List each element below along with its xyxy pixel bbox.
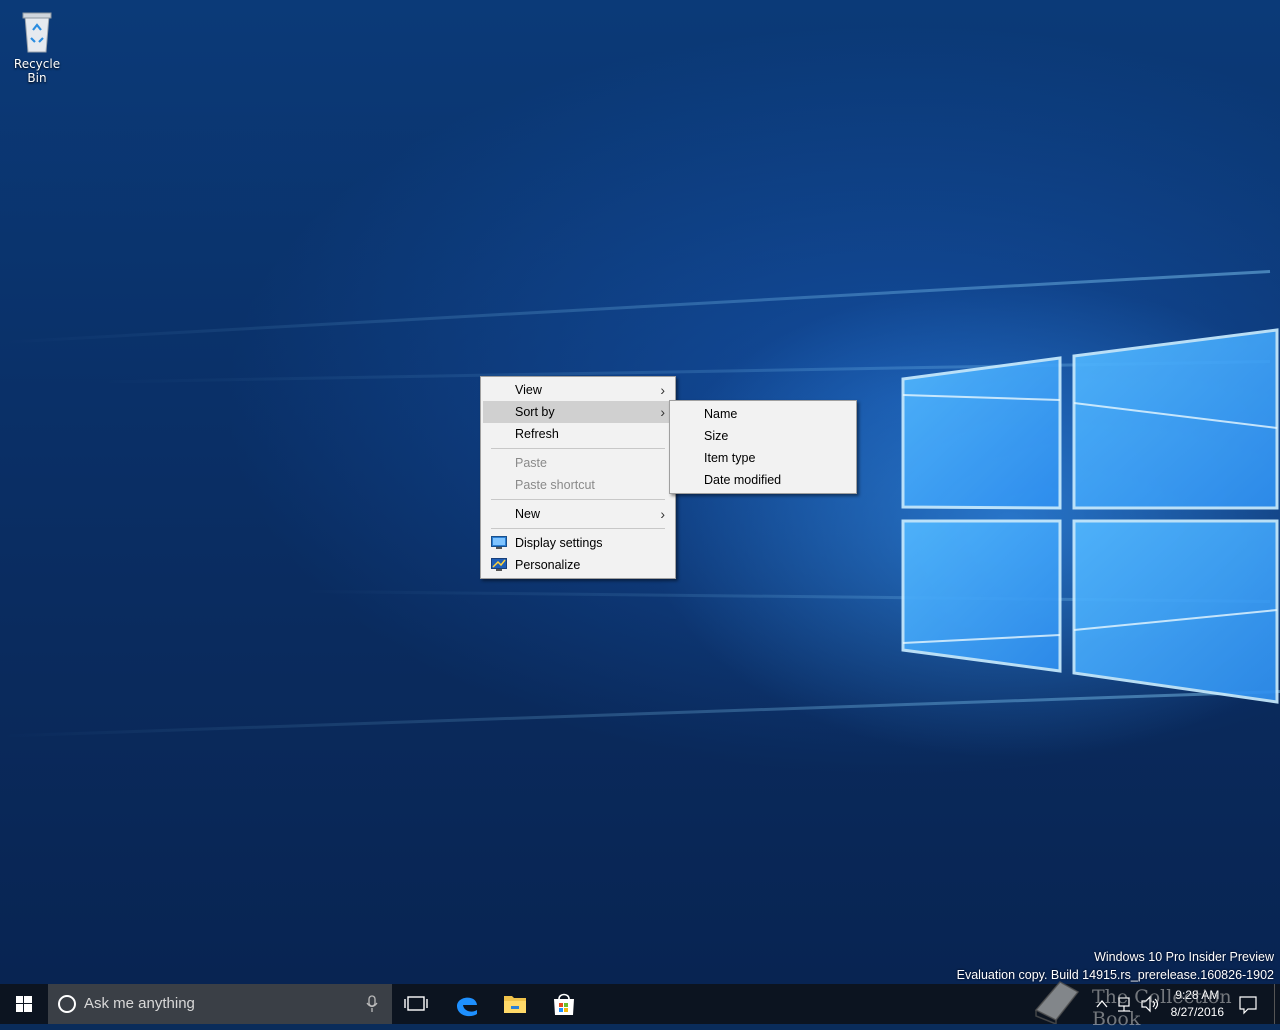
menu-item-personalize-label: Personalize xyxy=(515,558,581,572)
submenu-item-date-modified[interactable]: Date modified xyxy=(672,469,854,491)
personalize-icon xyxy=(491,558,507,571)
credit-overlay: The Collection Book xyxy=(1030,978,1280,1030)
menu-item-paste-shortcut-label: Paste shortcut xyxy=(515,478,595,492)
chevron-right-icon: › xyxy=(660,382,665,398)
submenu-item-item-type[interactable]: Item type xyxy=(672,447,854,469)
menu-item-refresh-label: Refresh xyxy=(515,427,559,441)
menu-item-new-label: New xyxy=(515,507,541,521)
watermark-line-1: Windows 10 Pro Insider Preview xyxy=(1094,950,1274,964)
desktop-background[interactable]: Recycle Bin View › Sort by › Refresh Pas… xyxy=(0,0,1280,984)
edge-icon xyxy=(457,997,477,1017)
cortana-icon xyxy=(58,995,76,1013)
menu-separator xyxy=(491,448,665,449)
menu-item-personalize[interactable]: Personalize xyxy=(483,554,673,576)
menu-item-paste-label: Paste xyxy=(515,456,547,470)
submenu-item-item-type-label: Item type xyxy=(704,451,756,465)
submenu-item-size[interactable]: Size xyxy=(672,425,854,447)
menu-item-sort-by[interactable]: Sort by › xyxy=(483,401,673,423)
recycle-bin-icon xyxy=(22,12,52,53)
menu-separator xyxy=(491,499,665,500)
menu-item-paste-shortcut: Paste shortcut xyxy=(483,474,673,496)
submenu-item-name[interactable]: Name xyxy=(672,403,854,425)
menu-item-paste: Paste xyxy=(483,452,673,474)
menu-item-display-settings-label: Display settings xyxy=(515,536,603,550)
task-view-button[interactable] xyxy=(392,984,440,1024)
submenu-item-size-label: Size xyxy=(704,429,729,443)
taskbar-file-explorer-button[interactable] xyxy=(491,984,539,1024)
menu-item-view-label: View xyxy=(515,383,542,397)
submenu-item-name-label: Name xyxy=(704,407,738,421)
book-icon xyxy=(1034,981,1080,1024)
chevron-right-icon: › xyxy=(660,404,665,420)
desktop-icon-recycle-bin[interactable]: Recycle Bin xyxy=(4,8,70,85)
task-view-icon xyxy=(404,996,428,1011)
taskbar-store-button[interactable] xyxy=(540,984,588,1024)
display-settings-icon xyxy=(491,536,507,549)
sort-by-submenu: Name Size Item type Date modified xyxy=(669,400,857,494)
menu-item-new[interactable]: New › xyxy=(483,503,673,525)
windows-start-icon xyxy=(16,996,32,1012)
menu-item-display-settings[interactable]: Display settings xyxy=(483,532,673,554)
microphone-icon[interactable] xyxy=(366,995,378,1013)
cortana-search-box[interactable]: Ask me anything xyxy=(48,984,392,1024)
desktop-context-menu: View › Sort by › Refresh Paste Paste sho… xyxy=(480,376,676,579)
store-icon xyxy=(554,993,574,1015)
menu-item-refresh[interactable]: Refresh xyxy=(483,423,673,445)
start-button[interactable] xyxy=(0,984,48,1024)
submenu-item-date-modified-label: Date modified xyxy=(704,473,782,487)
menu-item-view[interactable]: View › xyxy=(483,379,673,401)
credit-text: The Collection Book xyxy=(1092,986,1232,1030)
search-placeholder: Ask me anything xyxy=(84,995,195,1012)
recycle-bin-label: Recycle Bin xyxy=(13,57,61,85)
chevron-right-icon: › xyxy=(660,506,665,522)
taskbar-edge-button[interactable] xyxy=(443,984,491,1024)
menu-separator xyxy=(491,528,665,529)
file-explorer-icon xyxy=(504,996,526,1013)
menu-item-sort-by-label: Sort by xyxy=(515,405,555,419)
